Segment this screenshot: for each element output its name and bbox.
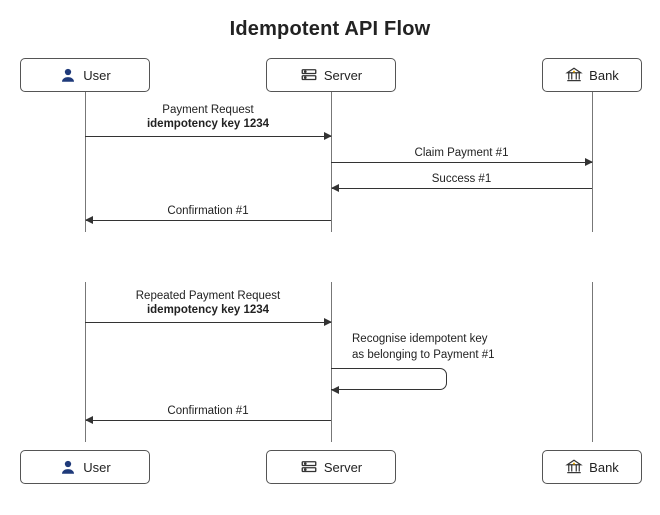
user-icon xyxy=(59,458,77,476)
msg2-line xyxy=(331,162,592,163)
msg1-arrow xyxy=(324,132,332,140)
bank-icon xyxy=(565,458,583,476)
actor-server-bottom: Server xyxy=(266,450,396,484)
msg3-line xyxy=(332,188,592,189)
actor-bank-label: Bank xyxy=(589,460,619,475)
actor-user-bottom: User xyxy=(20,450,150,484)
user-icon xyxy=(59,66,77,84)
actor-bank-label: Bank xyxy=(589,68,619,83)
diagram-stage: Idempotent API Flow User Server Bank Pay… xyxy=(0,0,660,515)
msg1-line xyxy=(85,136,331,137)
msg5-line2: idempotency key 1234 xyxy=(147,304,269,316)
server-icon xyxy=(300,66,318,84)
msg4-line xyxy=(86,220,331,221)
msg6-label: Confirmation #1 xyxy=(85,404,331,418)
msg5-arrow xyxy=(324,318,332,326)
self-note-l1: Recognise idempotent key xyxy=(352,333,488,345)
lifeline-server-bottom xyxy=(331,282,332,442)
msg3-label: Success #1 xyxy=(331,172,592,186)
msg2-label: Claim Payment #1 xyxy=(331,146,592,160)
actor-server-label: Server xyxy=(324,68,362,83)
self-note: Recognise idempotent key as belonging to… xyxy=(352,332,495,363)
msg5-line xyxy=(85,322,331,323)
actor-server-label: Server xyxy=(324,460,362,475)
msg6-arrow xyxy=(85,416,93,424)
actor-bank-top: Bank xyxy=(542,58,642,92)
server-icon xyxy=(300,458,318,476)
actor-user-label: User xyxy=(83,68,110,83)
diagram-title: Idempotent API Flow xyxy=(0,18,660,41)
msg1-line2: idempotency key 1234 xyxy=(147,118,269,130)
msg1-line1: Payment Request xyxy=(162,104,253,116)
actor-server-top: Server xyxy=(266,58,396,92)
msg4-arrow xyxy=(85,216,93,224)
bank-icon xyxy=(565,66,583,84)
actor-user-label: User xyxy=(83,460,110,475)
msg4-label: Confirmation #1 xyxy=(85,204,331,218)
msg6-line xyxy=(86,420,331,421)
msg2-arrow xyxy=(585,158,593,166)
actor-bank-bottom: Bank xyxy=(542,450,642,484)
msg3-arrow xyxy=(331,184,339,192)
self-note-l2: as belonging to Payment #1 xyxy=(352,349,495,361)
actor-user-top: User xyxy=(20,58,150,92)
msg5-label: Repeated Payment Request idempotency key… xyxy=(85,289,331,318)
msg1-label: Payment Request idempotency key 1234 xyxy=(85,103,331,132)
self-loop-arrow xyxy=(331,386,339,394)
self-loop xyxy=(331,368,447,390)
msg5-line1: Repeated Payment Request xyxy=(136,290,280,302)
lifeline-bank-bottom xyxy=(592,282,593,442)
